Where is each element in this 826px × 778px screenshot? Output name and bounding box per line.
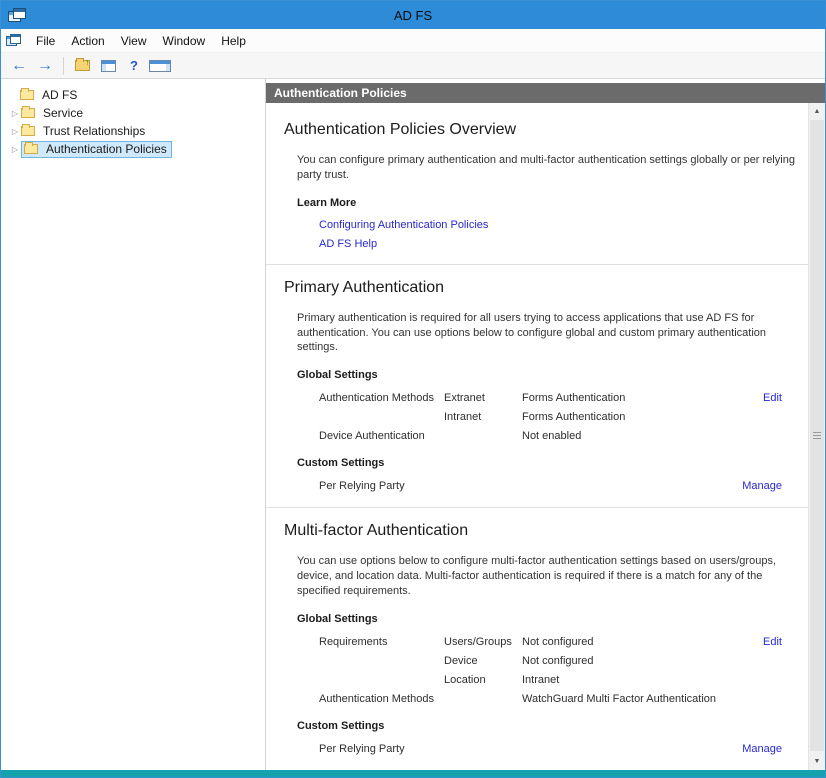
folder-icon xyxy=(24,144,38,154)
mfa-manage-link[interactable]: Manage xyxy=(742,742,782,756)
overview-title: Authentication Policies Overview xyxy=(284,121,800,139)
menu-view[interactable]: View xyxy=(113,31,155,51)
mfa-edit-link[interactable]: Edit xyxy=(763,635,782,649)
results-pane-header: Authentication Policies xyxy=(266,83,825,103)
menu-action[interactable]: Action xyxy=(63,31,112,51)
row-value: WatchGuard Multi Factor Authentication xyxy=(522,692,763,706)
results-pane-title: Authentication Policies xyxy=(274,86,407,100)
row-label xyxy=(319,654,444,668)
row-value: Intranet xyxy=(522,673,763,687)
menu-file[interactable]: File xyxy=(28,31,63,51)
row-label xyxy=(319,410,444,424)
scrollbar-track[interactable] xyxy=(809,120,825,753)
console-tree: AD FS ▷ Service ▷ Trust Relationships ▷ … xyxy=(1,79,266,770)
toolbar: ← → ? xyxy=(1,53,825,79)
primary-global-settings-table: Authentication Methods Extranet Forms Au… xyxy=(319,391,800,443)
tree-node-label: AD FS xyxy=(39,88,80,103)
row-label: Device Authentication xyxy=(319,429,444,443)
row-label: Per Relying Party xyxy=(319,479,444,493)
help-icon: ? xyxy=(130,58,138,73)
row-label: Per Relying Party xyxy=(319,742,444,756)
tree-node-label: Authentication Policies xyxy=(43,142,170,157)
section-divider xyxy=(266,264,808,265)
primary-authentication-description: Primary authentication is required for a… xyxy=(297,311,800,356)
results-content: Authentication Policies Overview You can… xyxy=(266,103,808,770)
tree-node-trust-relationships[interactable]: ▷ Trust Relationships xyxy=(1,122,265,140)
mfa-title: Multi-factor Authentication xyxy=(284,522,800,540)
primary-global-settings-heading: Global Settings xyxy=(297,369,800,381)
folder-up-icon xyxy=(75,60,90,71)
forward-button[interactable]: → xyxy=(33,55,57,77)
tree-node-authentication-policies[interactable]: ▷ Authentication Policies xyxy=(1,140,265,158)
scroll-up-icon[interactable]: ▲ xyxy=(809,103,825,120)
primary-authentication-title: Primary Authentication xyxy=(284,279,800,297)
primary-manage-link[interactable]: Manage xyxy=(742,479,782,493)
back-icon: ← xyxy=(11,58,27,74)
show-action-pane-button[interactable] xyxy=(148,55,172,77)
primary-custom-settings-table: Per Relying Party Manage xyxy=(319,479,800,493)
section-divider xyxy=(266,507,808,508)
mfa-description: You can use options below to configure m… xyxy=(297,554,800,599)
help-button[interactable]: ? xyxy=(122,55,146,77)
row-value: Forms Authentication xyxy=(522,410,763,424)
back-button[interactable]: ← xyxy=(7,55,31,77)
main-area: AD FS ▷ Service ▷ Trust Relationships ▷ … xyxy=(1,79,825,770)
expander-icon[interactable]: ▷ xyxy=(9,109,21,118)
vertical-scrollbar[interactable]: ▲ ▼ xyxy=(808,103,825,770)
expander-icon[interactable]: ▷ xyxy=(9,145,21,154)
adfs-help-link[interactable]: AD FS Help xyxy=(319,238,800,250)
action-pane-icon xyxy=(149,60,171,72)
folder-icon xyxy=(21,108,35,118)
mfa-global-settings-heading: Global Settings xyxy=(297,613,800,625)
menu-help[interactable]: Help xyxy=(213,31,254,51)
console-icon[interactable] xyxy=(6,34,22,47)
tree-node-service[interactable]: ▷ Service xyxy=(1,104,265,122)
scroll-down-icon[interactable]: ▼ xyxy=(809,753,825,770)
menu-window[interactable]: Window xyxy=(155,31,214,51)
tree-node-label: Trust Relationships xyxy=(40,124,148,139)
folder-up-button[interactable] xyxy=(70,55,94,77)
row-value: Forms Authentication xyxy=(522,391,763,405)
primary-edit-link[interactable]: Edit xyxy=(763,391,782,405)
row-key xyxy=(444,429,522,443)
scrollbar-thumb[interactable] xyxy=(810,120,824,751)
row-label xyxy=(319,673,444,687)
mfa-custom-settings-heading: Custom Settings xyxy=(297,720,800,732)
expander-icon[interactable]: ▷ xyxy=(9,127,21,136)
selected-tree-node: Authentication Policies xyxy=(21,141,172,158)
row-value: Not configured xyxy=(522,654,763,668)
toolbar-separator xyxy=(63,57,64,75)
show-console-tree-button[interactable] xyxy=(96,55,120,77)
console-tree-icon xyxy=(101,60,116,72)
title-bar: AD FS xyxy=(1,1,825,29)
tree-node-label: Service xyxy=(40,106,86,121)
overview-description: You can configure primary authentication… xyxy=(297,153,800,183)
menu-bar: File Action View Window Help xyxy=(1,29,825,53)
configuring-authentication-policies-link[interactable]: Configuring Authentication Policies xyxy=(319,219,800,231)
row-label: Authentication Methods xyxy=(319,391,444,405)
row-key: Device xyxy=(444,654,522,668)
tree-node-adfs[interactable]: AD FS xyxy=(1,86,265,104)
adfs-management-window: AD FS File Action View Window Help ← → ? xyxy=(0,0,826,778)
scrollbar-grip-icon xyxy=(813,432,821,440)
folder-icon xyxy=(20,90,34,100)
row-key: Intranet xyxy=(444,410,522,424)
window-title: AD FS xyxy=(1,8,825,23)
row-key: Location xyxy=(444,673,522,687)
row-value: Not enabled xyxy=(522,429,763,443)
learn-more-heading: Learn More xyxy=(297,197,800,209)
row-label: Requirements xyxy=(319,635,444,649)
row-key: Extranet xyxy=(444,391,522,405)
mfa-custom-settings-table: Per Relying Party Manage xyxy=(319,742,800,756)
row-label: Authentication Methods xyxy=(319,692,444,706)
results-pane: Authentication Policies Authentication P… xyxy=(266,79,825,770)
forward-icon: → xyxy=(37,58,53,74)
row-key: Users/Groups xyxy=(444,635,522,649)
window-bottom-border xyxy=(1,770,825,777)
row-value: Not configured xyxy=(522,635,763,649)
mfa-global-settings-table: Requirements Users/Groups Not configured… xyxy=(319,635,800,706)
row-key xyxy=(444,692,522,706)
folder-icon xyxy=(21,126,35,136)
primary-custom-settings-heading: Custom Settings xyxy=(297,457,800,469)
